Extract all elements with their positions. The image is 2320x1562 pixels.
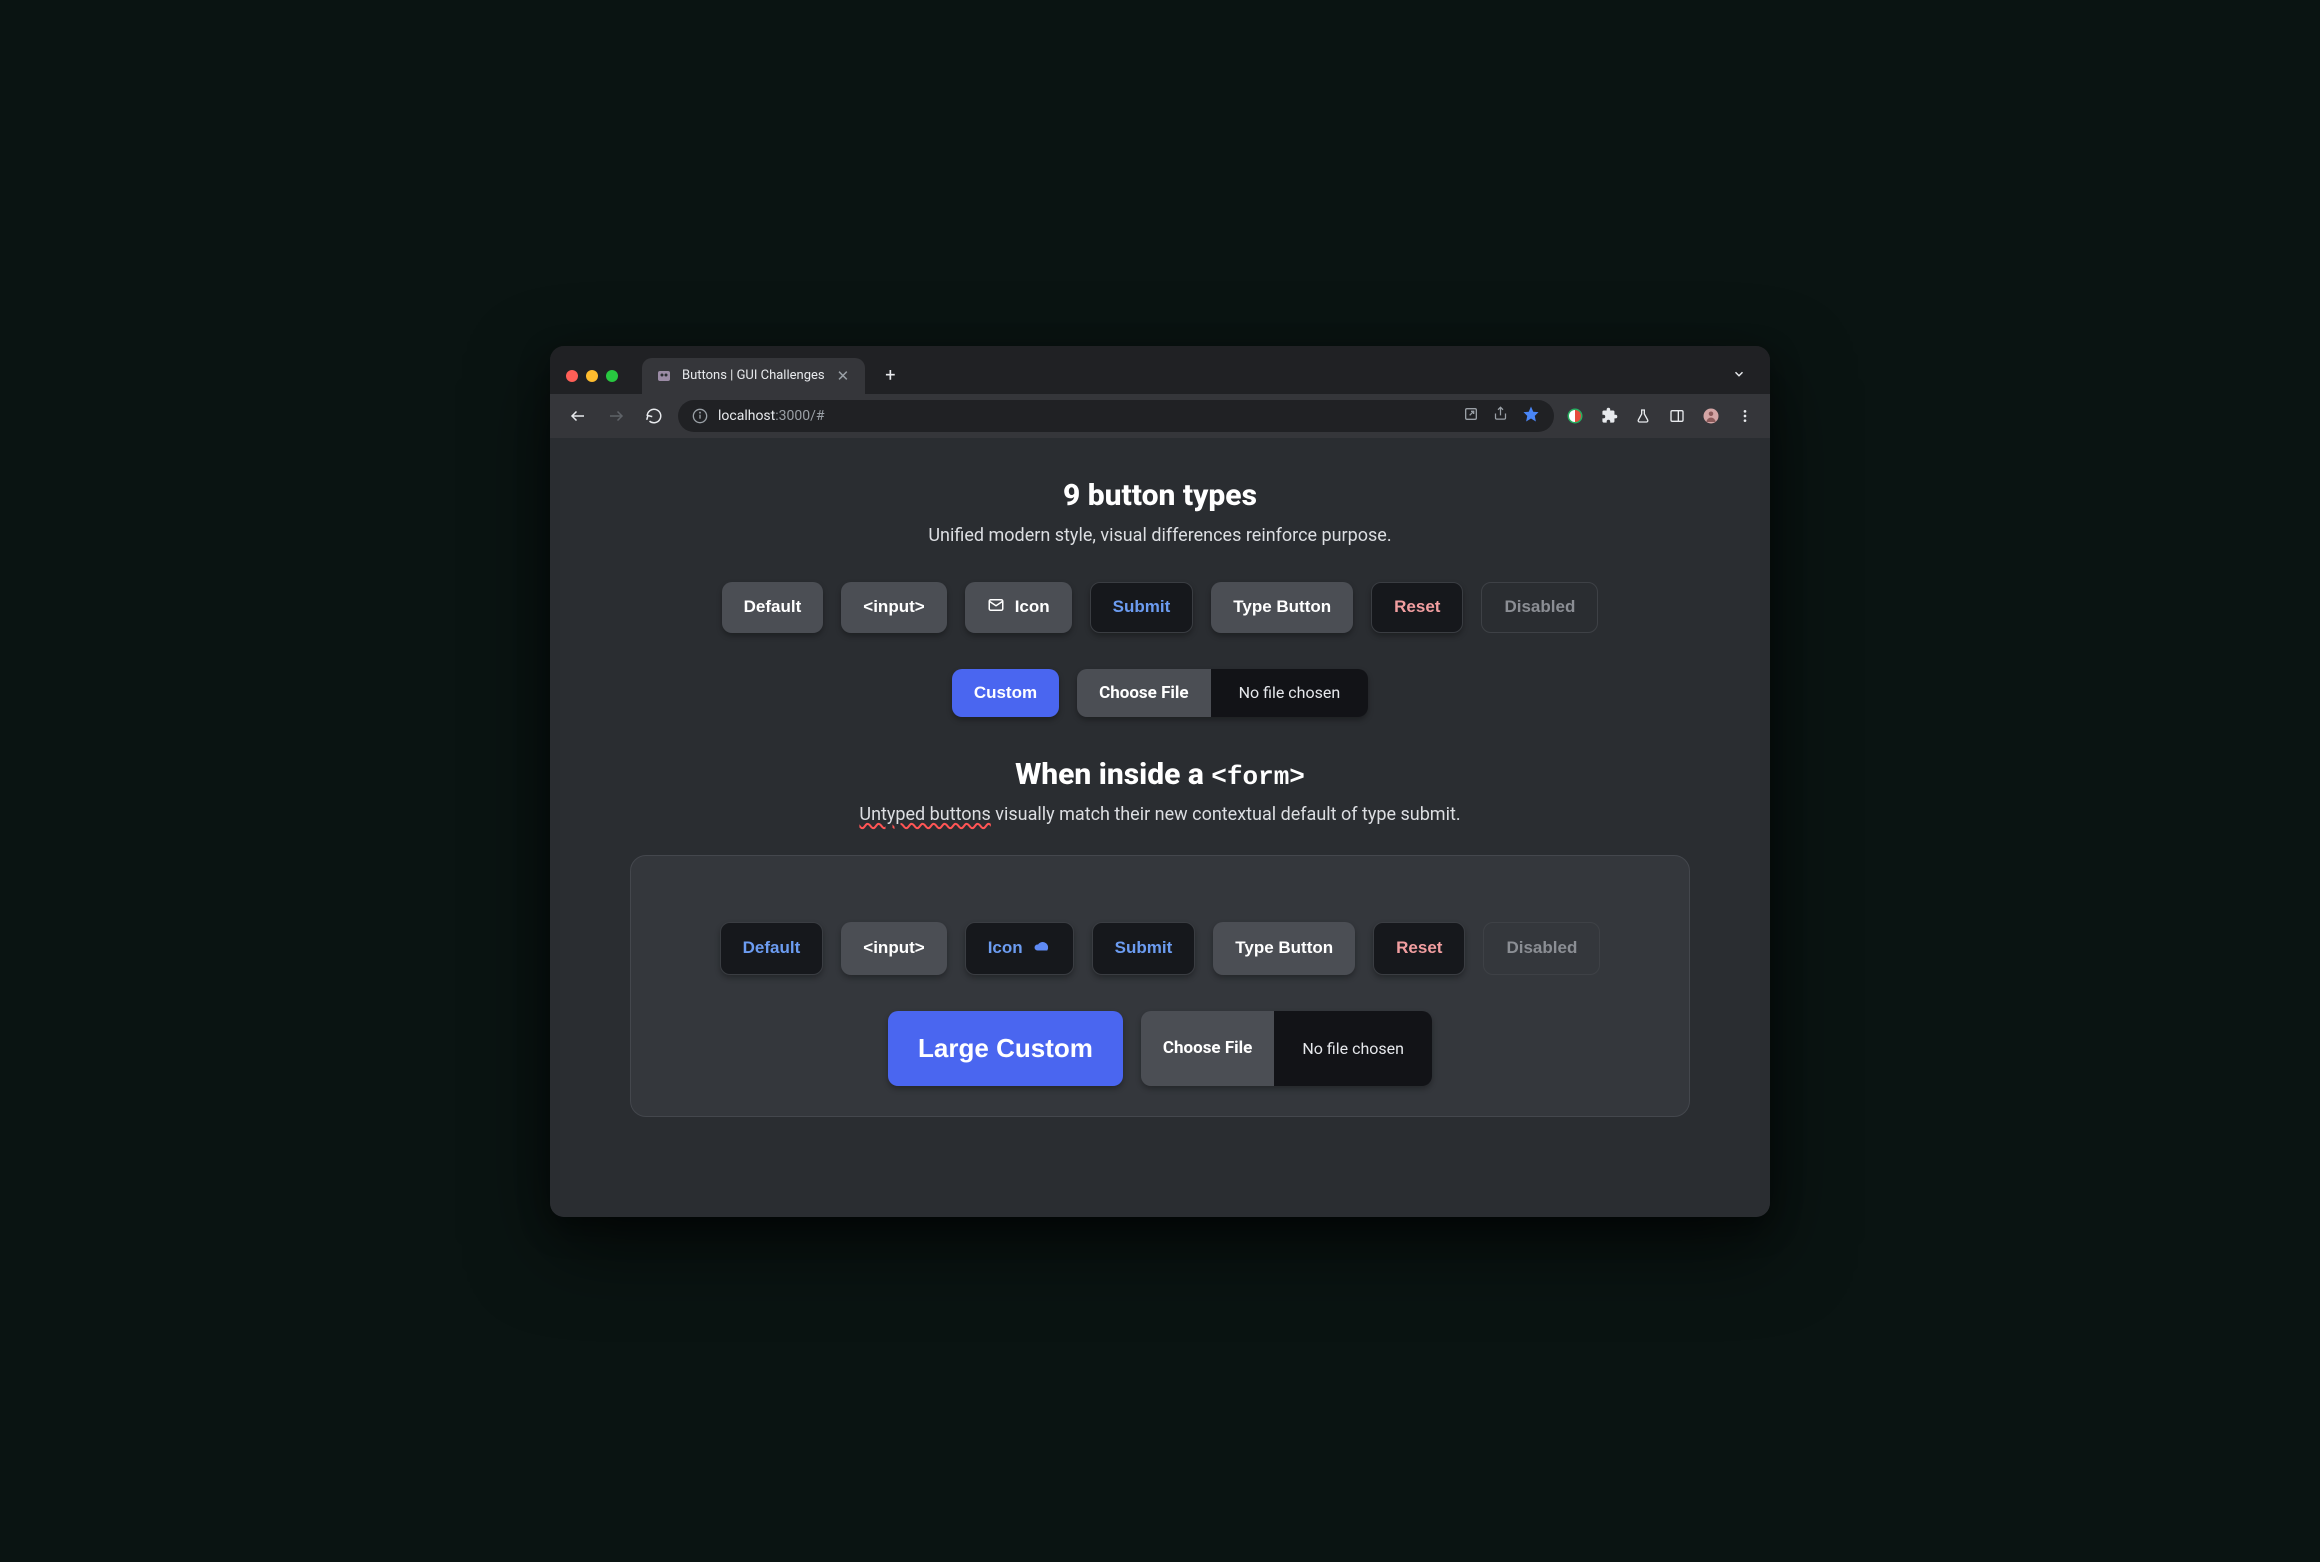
subtitle-button-types: Unified modern style, visual differences… — [630, 525, 1690, 546]
menu-dots-icon[interactable] — [1734, 405, 1756, 427]
form-reset-button[interactable]: Reset — [1373, 922, 1465, 975]
share-icon[interactable] — [1493, 406, 1508, 425]
address-bar[interactable]: localhost:3000/# — [678, 400, 1554, 432]
minimize-window-button[interactable] — [586, 370, 598, 382]
heading-form: When inside a <form> — [630, 757, 1690, 792]
button-row-2: Custom Choose File No file chosen — [630, 669, 1690, 717]
site-info-icon[interactable] — [692, 408, 708, 424]
favicon-icon — [656, 368, 672, 384]
default-button[interactable]: Default — [722, 582, 824, 633]
file-input[interactable]: Choose File No file chosen — [1077, 669, 1368, 717]
file-status-text: No file chosen — [1211, 669, 1369, 717]
url-text: localhost:3000/# — [718, 408, 825, 424]
labs-flask-icon[interactable] — [1632, 405, 1654, 427]
bookmark-star-icon[interactable] — [1522, 405, 1540, 427]
page-content: 9 button types Unified modern style, vis… — [550, 438, 1770, 1217]
maximize-window-button[interactable] — [606, 370, 618, 382]
choose-file-button[interactable]: Choose File — [1077, 669, 1210, 717]
window-controls — [566, 370, 618, 382]
form-button-row-2: Large Custom Choose File No file chosen — [661, 1011, 1659, 1086]
forward-button[interactable] — [602, 402, 630, 430]
type-button[interactable]: Type Button — [1211, 582, 1353, 633]
form-default-button[interactable]: Default — [720, 922, 824, 975]
form-choose-file-button[interactable]: Choose File — [1141, 1011, 1274, 1086]
tabs-dropdown-button[interactable] — [1724, 362, 1754, 389]
input-button[interactable]: <input> — [841, 582, 946, 633]
open-external-icon[interactable] — [1463, 406, 1479, 426]
form-type-button[interactable]: Type Button — [1213, 922, 1355, 975]
form-file-input[interactable]: Choose File No file chosen — [1141, 1011, 1432, 1086]
custom-button[interactable]: Custom — [952, 669, 1059, 717]
form-button-row-1: Default <input> Icon Submit Type Button … — [661, 922, 1659, 975]
icon-button[interactable]: Icon — [965, 582, 1072, 633]
subtitle-form: Untyped buttons visually match their new… — [630, 804, 1690, 825]
close-tab-button[interactable]: ✕ — [835, 365, 852, 387]
form-input-button[interactable]: <input> — [841, 922, 946, 975]
browser-toolbar: localhost:3000/# — [550, 394, 1770, 438]
panel-icon[interactable] — [1666, 405, 1688, 427]
tab-title: Buttons | GUI Challenges — [682, 368, 825, 383]
section-form: When inside a <form> Untyped buttons vis… — [630, 757, 1690, 1117]
form-icon-button[interactable]: Icon — [965, 922, 1074, 975]
reset-button[interactable]: Reset — [1371, 582, 1463, 633]
tab-bar: Buttons | GUI Challenges ✕ + — [550, 346, 1770, 394]
extensions-puzzle-icon[interactable] — [1598, 405, 1620, 427]
section-button-types: 9 button types Unified modern style, vis… — [630, 478, 1690, 717]
new-tab-button[interactable]: + — [877, 361, 903, 390]
button-row-1: Default <input> Icon Submit Type Button … — [630, 582, 1690, 633]
mail-icon — [987, 596, 1005, 619]
form-icon-button-label: Icon — [988, 938, 1023, 958]
browser-window: Buttons | GUI Challenges ✕ + localhost:3… — [550, 346, 1770, 1217]
profile-avatar-icon[interactable] — [1700, 405, 1722, 427]
form-file-status-text: No file chosen — [1274, 1011, 1432, 1086]
reload-button[interactable] — [640, 402, 668, 430]
form-container: Default <input> Icon Submit Type Button … — [630, 855, 1690, 1117]
disabled-button: Disabled — [1481, 582, 1598, 633]
form-submit-button[interactable]: Submit — [1092, 922, 1196, 975]
heading-button-types: 9 button types — [630, 478, 1690, 513]
cloud-icon — [1033, 937, 1051, 960]
submit-button[interactable]: Submit — [1090, 582, 1194, 633]
close-window-button[interactable] — [566, 370, 578, 382]
large-custom-button[interactable]: Large Custom — [888, 1011, 1123, 1086]
icon-button-label: Icon — [1015, 597, 1050, 617]
browser-tab[interactable]: Buttons | GUI Challenges ✕ — [642, 358, 865, 394]
form-disabled-button: Disabled — [1483, 922, 1600, 975]
spellcheck-underline: Untyped buttons — [859, 804, 990, 825]
back-button[interactable] — [564, 402, 592, 430]
code-form-tag: <form> — [1211, 762, 1305, 792]
extension-icon[interactable] — [1564, 405, 1586, 427]
